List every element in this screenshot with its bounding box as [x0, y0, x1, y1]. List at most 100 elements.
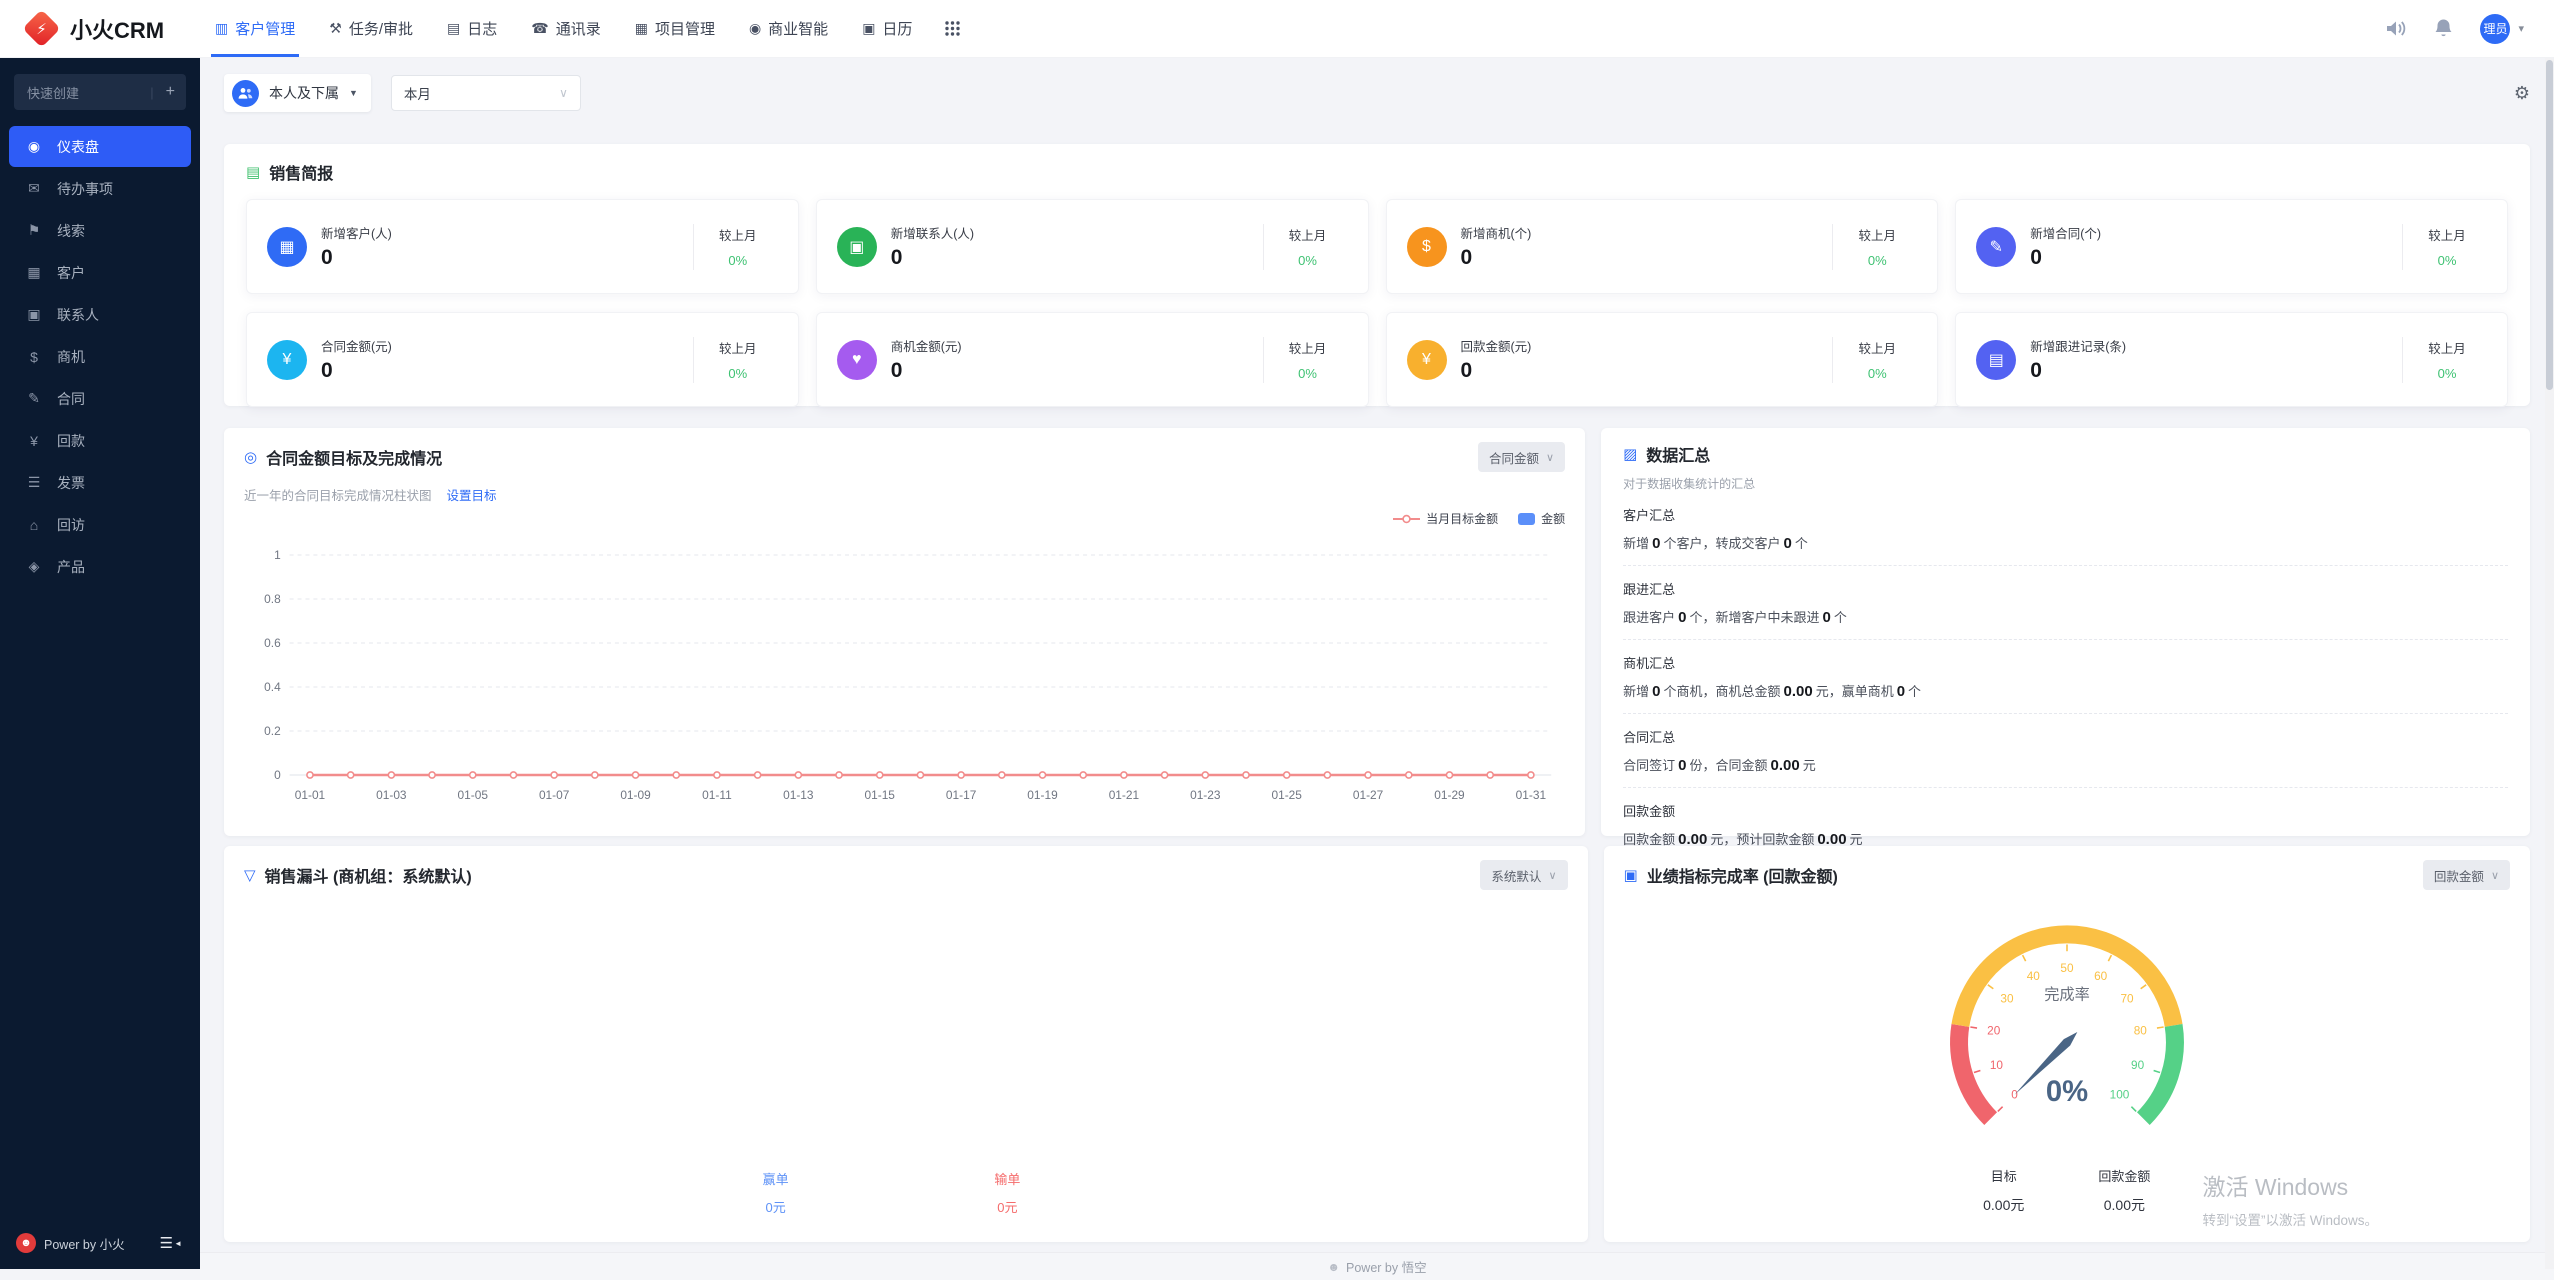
sales-funnel-title: 销售漏斗 (商机组：系统默认) — [265, 863, 472, 887]
sidebar-item-label: 合同 — [57, 389, 85, 409]
stat-card: ▤ 新增跟进记录(条) 0 较上月 0% — [1955, 312, 2508, 407]
sidebar-item[interactable]: ¥ 回款 — [9, 420, 191, 461]
dashed-divider — [1623, 565, 2508, 566]
apps-grid-icon[interactable] — [929, 21, 976, 36]
sidebar-item-icon: ☰ — [25, 474, 43, 491]
completion-gauge-chart: 0102030405060708090100完成率0% — [1887, 904, 2247, 1166]
scope-filter-button[interactable]: 本人及下属 ▼ — [224, 74, 371, 112]
speaker-icon[interactable] — [2385, 19, 2407, 38]
compare-label: 较上月 — [2403, 338, 2491, 357]
set-target-link[interactable]: 设置目标 — [447, 485, 497, 504]
sidebar-item-label: 客户 — [57, 263, 85, 283]
user-menu[interactable]: 理员 ▾ — [2480, 14, 2524, 44]
gear-icon[interactable]: ⚙ — [2514, 83, 2530, 104]
sidebar-item[interactable]: ▣ 联系人 — [9, 294, 191, 335]
sidebar-item[interactable]: ✎ 合同 — [9, 378, 191, 419]
svg-text:0%: 0% — [2046, 1076, 2088, 1108]
svg-text:0.2: 0.2 — [264, 724, 281, 738]
svg-text:20: 20 — [1987, 1024, 2001, 1038]
summary-section: 客户汇总 新增0个客户，转成交客户0个 — [1623, 505, 2508, 566]
topnav-item-label: 任务/审批 — [349, 18, 413, 39]
stat-card-value: 0 — [2030, 359, 2126, 383]
sidebar-item[interactable]: ⚑ 线索 — [9, 210, 191, 251]
summary-section-line: 新增0个商机，商机总金额0.00元，赢单商机0个 — [1623, 681, 2508, 700]
summary-text: 0 — [1649, 535, 1663, 552]
compare-value: 0% — [694, 366, 782, 381]
topnav-item[interactable]: ▤ 日志 — [430, 0, 514, 57]
legend-target-amount[interactable]: 当月目标金额 — [1393, 510, 1498, 527]
performance-metric-dropdown[interactable]: 回款金额 ∨ — [2423, 860, 2510, 890]
gauge-target-value: 0.00元 — [1983, 1195, 2024, 1215]
collapse-sidebar-button[interactable]: ☰◄ — [160, 1234, 182, 1252]
svg-text:40: 40 — [2026, 969, 2040, 983]
stat-card-label: 新增联系人(人) — [891, 223, 974, 242]
topnav-item-label: 日历 — [882, 18, 912, 39]
stat-card-label: 新增跟进记录(条) — [2030, 336, 2126, 355]
sidebar-item[interactable]: ◈ 产品 — [9, 546, 191, 587]
summary-text: 元 — [1850, 832, 1863, 847]
sidebar-item[interactable]: ☰ 发票 — [9, 462, 191, 503]
topnav-item[interactable]: ◉ 商业智能 — [732, 0, 845, 57]
stat-card-icon: ▦ — [267, 227, 307, 267]
period-select[interactable]: 本月 ∨ — [391, 75, 581, 111]
summary-text: 0.00 — [1780, 683, 1815, 700]
svg-text:01-09: 01-09 — [620, 788, 651, 802]
gauge-amount-value: 0.00元 — [2098, 1195, 2150, 1215]
top-navigation: ▥ 客户管理 ⚒ 任务/审批 ▤ 日志 ☎ 通讯录 ▦ 项目管理 ◉ 商业智能 … — [198, 0, 929, 57]
contract-target-title: 合同金额目标及完成情况 — [266, 445, 442, 469]
topnav-item[interactable]: ▥ 客户管理 — [198, 0, 312, 57]
topnav-item[interactable]: ▣ 日历 — [845, 0, 929, 57]
compare-value: 0% — [2403, 253, 2491, 268]
sidebar-item[interactable]: ⌂ 回访 — [9, 504, 191, 545]
topnav-item[interactable]: ☎ 通讯录 — [514, 0, 617, 57]
topnav-item-label: 客户管理 — [235, 18, 295, 39]
chart-subtitle: 近一年的合同目标完成情况柱状图 — [244, 485, 432, 504]
svg-text:70: 70 — [2120, 992, 2134, 1006]
grid-dots-icon — [945, 21, 960, 36]
topnav-item[interactable]: ▦ 项目管理 — [618, 0, 732, 57]
svg-text:01-19: 01-19 — [1027, 788, 1058, 802]
sidebar-item-label: 仪表盘 — [57, 137, 99, 157]
topnav-item[interactable]: ⚒ 任务/审批 — [312, 0, 430, 57]
sidebar-item-icon: ▣ — [25, 306, 43, 323]
sidebar-item[interactable]: $ 商机 — [9, 336, 191, 377]
sidebar-item-label: 产品 — [57, 557, 85, 577]
stat-card-icon: ¥ — [1407, 340, 1447, 380]
svg-text:0: 0 — [274, 768, 281, 782]
legend-amount[interactable]: 金额 — [1518, 510, 1565, 527]
sidebar-item[interactable]: ◉ 仪表盘 — [9, 126, 191, 167]
sidebar-item-icon: $ — [25, 349, 43, 365]
sidebar-item[interactable]: ▦ 客户 — [9, 252, 191, 293]
dashed-divider — [1623, 713, 2508, 714]
summary-section-heading: 回款金额 — [1623, 801, 2508, 820]
summary-section-line: 跟进客户0个，新增客户中未跟进0个 — [1623, 607, 2508, 626]
topnav-item-label: 商业智能 — [768, 18, 828, 39]
sidebar-item[interactable]: ✉ 待办事项 — [9, 168, 191, 209]
target-line-chart: 00.20.40.60.8101-0101-0301-0501-0701-090… — [244, 527, 1565, 809]
stat-card-value: 0 — [1461, 359, 1532, 383]
chevron-down-icon: ∨ — [1546, 451, 1554, 464]
plus-icon[interactable]: + — [154, 83, 175, 101]
filter-row: 本人及下属 ▼ 本月 ∨ ⚙ — [224, 74, 2530, 112]
svg-text:0.8: 0.8 — [264, 592, 281, 606]
contract-amount-dropdown[interactable]: 合同金额 ∨ — [1478, 442, 1565, 472]
summary-text: 0.00 — [1767, 757, 1802, 774]
stat-card-label: 商机金额(元) — [891, 336, 962, 355]
scrollbar-thumb[interactable] — [2546, 60, 2553, 390]
bell-icon[interactable] — [2434, 18, 2453, 39]
compare-label: 较上月 — [694, 225, 782, 244]
chevron-down-icon: ∨ — [2491, 869, 2499, 882]
svg-text:1: 1 — [274, 548, 281, 562]
funnel-lose-stat: 输单 0元 — [994, 1169, 1020, 1216]
avatar[interactable]: 理员 — [2480, 14, 2510, 44]
quick-create-input[interactable]: 快速创建 | + — [14, 74, 186, 110]
funnel-group-dropdown[interactable]: 系统默认 ∨ — [1480, 860, 1567, 890]
stat-card-value: 0 — [891, 359, 962, 383]
gauge-amount-label: 回款金额 — [2098, 1166, 2150, 1185]
sidebar-item-label: 发票 — [57, 473, 85, 493]
performance-panel: ▣ 业绩指标完成率 (回款金额) 回款金额 ∨ 0102030405060708… — [1604, 846, 2531, 1242]
stat-card: ¥ 合同金额(元) 0 较上月 0% — [246, 312, 799, 407]
topnav-item-icon: ▥ — [215, 20, 228, 37]
app-logo: ⚡ 小火CRM — [0, 13, 198, 45]
svg-text:50: 50 — [2060, 961, 2074, 975]
